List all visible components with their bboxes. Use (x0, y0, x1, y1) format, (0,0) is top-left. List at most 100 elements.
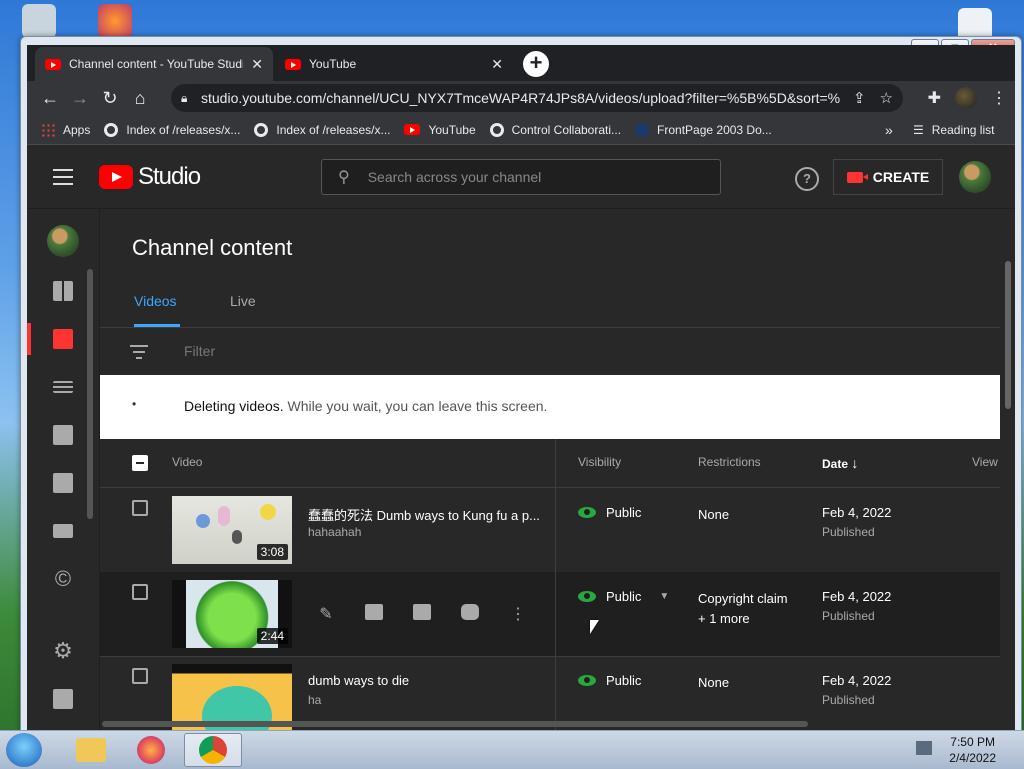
column-restrictions[interactable]: Restrictions (698, 455, 761, 469)
dashboard-icon (53, 281, 73, 301)
home-icon[interactable]: ⌂ (125, 88, 155, 109)
bookmark-item[interactable]: Index of /releases/x... (104, 122, 241, 137)
options-kebab-icon[interactable]: ⋮ (508, 604, 528, 623)
tab-videos[interactable]: Videos (134, 293, 177, 309)
video-date: Feb 4, 2022 (822, 589, 892, 604)
eye-icon (578, 591, 596, 602)
video-thumbnail[interactable]: 3:08 (172, 496, 292, 564)
tab-close-icon[interactable]: ✕ (251, 56, 263, 73)
visibility-label: Public (606, 589, 642, 604)
extensions-puzzle-icon[interactable]: ✚ (928, 88, 941, 108)
column-views[interactable]: View (972, 455, 998, 469)
sidebar-item-settings[interactable]: ⚙ (27, 627, 99, 675)
address-bar[interactable]: 🔒︎ studio.youtube.com/channel/UCU_NYX7Tm… (171, 84, 903, 112)
tab-youtube[interactable]: YouTube ✕ (275, 47, 513, 81)
reload-icon[interactable]: ↻ (95, 88, 125, 109)
tab-title: Channel content - YouTube Studio (69, 57, 244, 71)
taskbar-firefox[interactable] (126, 733, 176, 767)
table-row[interactable]: 2:44 ✎ ⋮ Public ▼ Copyright claim + 1 more… (100, 572, 1000, 657)
sidebar-item-copyright[interactable]: © (27, 555, 99, 603)
banner-rest: While you wait, you can leave this scree… (283, 398, 548, 414)
video-thumbnail[interactable]: 2:44 (172, 580, 292, 648)
column-divider (555, 439, 556, 731)
forward-arrow-icon[interactable]: → (65, 88, 95, 109)
visibility-status[interactable]: Public (578, 505, 641, 520)
hamburger-menu-icon[interactable] (53, 169, 73, 185)
visibility-dropdown-icon[interactable]: ▼ (659, 591, 669, 602)
bookmark-label: YouTube (428, 122, 476, 137)
new-tab-button[interactable]: + (523, 51, 549, 77)
visibility-status[interactable]: Public ▼ (578, 589, 669, 604)
url-text: studio.youtube.com/channel/UCU_NYX7TmceW… (201, 90, 841, 106)
back-arrow-icon[interactable]: ← (35, 88, 65, 109)
bookmarks-overflow-icon[interactable]: » (885, 122, 893, 138)
channel-avatar (47, 225, 79, 257)
system-clock[interactable]: 7:50 PM 2/4/2022 (949, 734, 996, 766)
video-duration: 3:08 (256, 544, 288, 560)
youtube-logo-icon (99, 165, 133, 189)
sidebar-item-feedback[interactable] (27, 675, 99, 723)
vertical-scrollbar[interactable] (1005, 261, 1011, 409)
bookmark-apps[interactable]: Apps (41, 122, 90, 137)
lock-icon: 🔒︎ (181, 90, 188, 105)
table-row[interactable]: dumb ways to die ha Public None Feb 4, 2… (100, 656, 1000, 731)
analytics-icon[interactable] (364, 604, 384, 622)
banner-message: Deleting videos. While you wait, you can… (184, 398, 547, 414)
start-button[interactable] (6, 733, 42, 767)
row-checkbox[interactable] (132, 500, 148, 516)
firefox-icon (137, 736, 165, 764)
comments-icon[interactable] (412, 604, 432, 622)
create-button[interactable]: CREATE (833, 159, 943, 195)
network-icon[interactable] (916, 741, 932, 755)
sidebar-scrollbar[interactable] (87, 269, 93, 519)
row-checkbox[interactable] (132, 668, 148, 684)
tab-live[interactable]: Live (230, 293, 256, 309)
sidebar-channel-avatar[interactable] (27, 217, 99, 265)
tab-close-icon[interactable]: ✕ (491, 56, 503, 73)
filter-bar[interactable]: Filter (100, 327, 1000, 376)
taskbar-explorer[interactable] (66, 733, 116, 767)
channel-search-input[interactable]: ⚲ Search across your channel (321, 159, 721, 195)
share-icon[interactable]: ⇪ (853, 89, 866, 107)
profile-avatar[interactable] (955, 87, 977, 109)
row-checkbox[interactable] (132, 584, 148, 600)
globe-icon (104, 122, 119, 137)
bookmark-item[interactable]: FrontPage 2003 Do... (635, 122, 772, 137)
reading-list[interactable]: ☰ Reading list (913, 123, 994, 137)
restrictions-status: None (698, 507, 730, 522)
taskbar-chrome[interactable] (184, 733, 242, 767)
account-avatar[interactable] (959, 161, 991, 193)
column-visibility[interactable]: Visibility (578, 455, 621, 469)
column-date[interactable]: Date ↓ (822, 455, 858, 471)
recycle-bin-icon[interactable] (22, 4, 56, 38)
video-description: ha (308, 693, 322, 707)
edit-pencil-icon[interactable]: ✎ (316, 604, 336, 623)
bookmark-item[interactable]: Index of /releases/x... (254, 122, 390, 137)
tab-channel-content[interactable]: Channel content - YouTube Studio ✕ (35, 47, 273, 81)
bookmark-item[interactable]: Control Collaborati... (489, 122, 621, 137)
restrictions-status[interactable]: Copyright claim + 1 more (698, 589, 788, 629)
column-video: Video (172, 455, 203, 469)
horizontal-scrollbar[interactable] (102, 721, 808, 727)
video-title[interactable]: 蠢蠢的死法 Dumb ways to Kung fu a p... (308, 505, 540, 524)
filter-input[interactable]: Filter (184, 343, 215, 359)
youtube-play-icon[interactable] (460, 604, 480, 622)
studio-logo[interactable]: Studio (99, 163, 201, 191)
table-row[interactable]: 3:08 蠢蠢的死法 Dumb ways to Kung fu a p... h… (100, 488, 1000, 573)
filter-icon[interactable] (130, 345, 148, 363)
help-icon[interactable]: ? (795, 167, 819, 191)
bookmark-youtube[interactable]: YouTube (404, 122, 476, 137)
bookmark-star-icon[interactable]: ☆ (880, 89, 893, 107)
bookmark-label: Index of /releases/x... (126, 122, 241, 137)
video-title[interactable]: dumb ways to die (308, 673, 409, 688)
date-label: Date (822, 457, 849, 471)
browser-toolbar: ← → ↻ ⌂ 🔒︎ studio.youtube.com/channel/UC… (27, 81, 1015, 115)
studio-header: Studio ⚲ Search across your channel ? CR… (27, 145, 1015, 209)
visibility-status[interactable]: Public (578, 673, 641, 688)
mouse-cursor-icon (590, 620, 599, 634)
comments-icon (53, 473, 73, 493)
select-all-checkbox[interactable] (132, 455, 148, 471)
clock-date: 2/4/2022 (949, 751, 996, 765)
firefox-desktop-icon[interactable] (98, 4, 132, 38)
menu-kebab-icon[interactable]: ⋮ (991, 88, 1007, 108)
